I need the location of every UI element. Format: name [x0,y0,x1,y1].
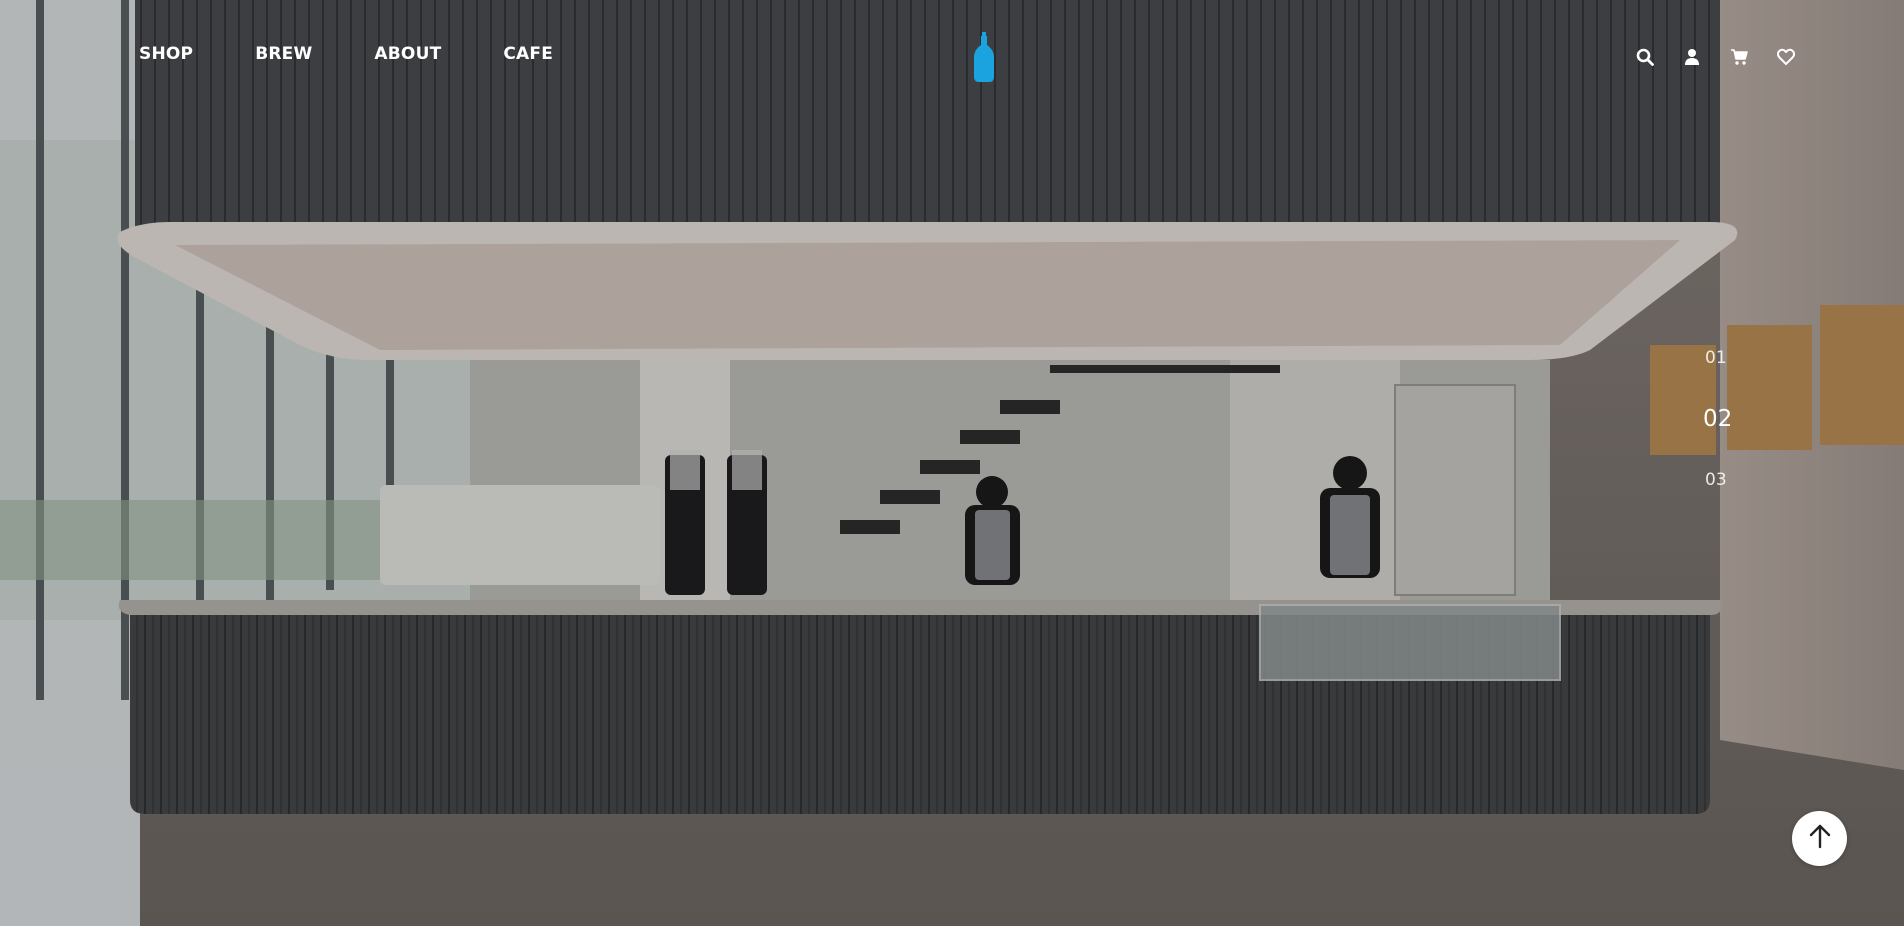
nav-item-cafe[interactable]: CAFE [503,44,553,64]
user-icon[interactable] [1681,46,1703,68]
pager-item-02-active[interactable]: 02 [1703,406,1732,432]
arrow-up-icon [1808,823,1832,854]
nav-item-brew[interactable]: BREW [255,44,312,64]
blue-bottle-icon[interactable] [973,32,995,82]
hero-image [0,0,1904,926]
nav-item-shop[interactable]: SHOP [139,44,193,64]
heart-icon[interactable] [1775,46,1797,68]
nav-item-about[interactable]: ABOUT [374,44,441,64]
cart-icon[interactable] [1728,46,1750,68]
scroll-top-button[interactable] [1792,811,1847,866]
pager-item-03[interactable]: 03 [1705,470,1727,490]
header-icons [1634,46,1797,68]
search-icon[interactable] [1634,46,1656,68]
pager-item-01[interactable]: 01 [1705,348,1727,368]
main-nav: SHOP BREW ABOUT CAFE [139,44,553,64]
